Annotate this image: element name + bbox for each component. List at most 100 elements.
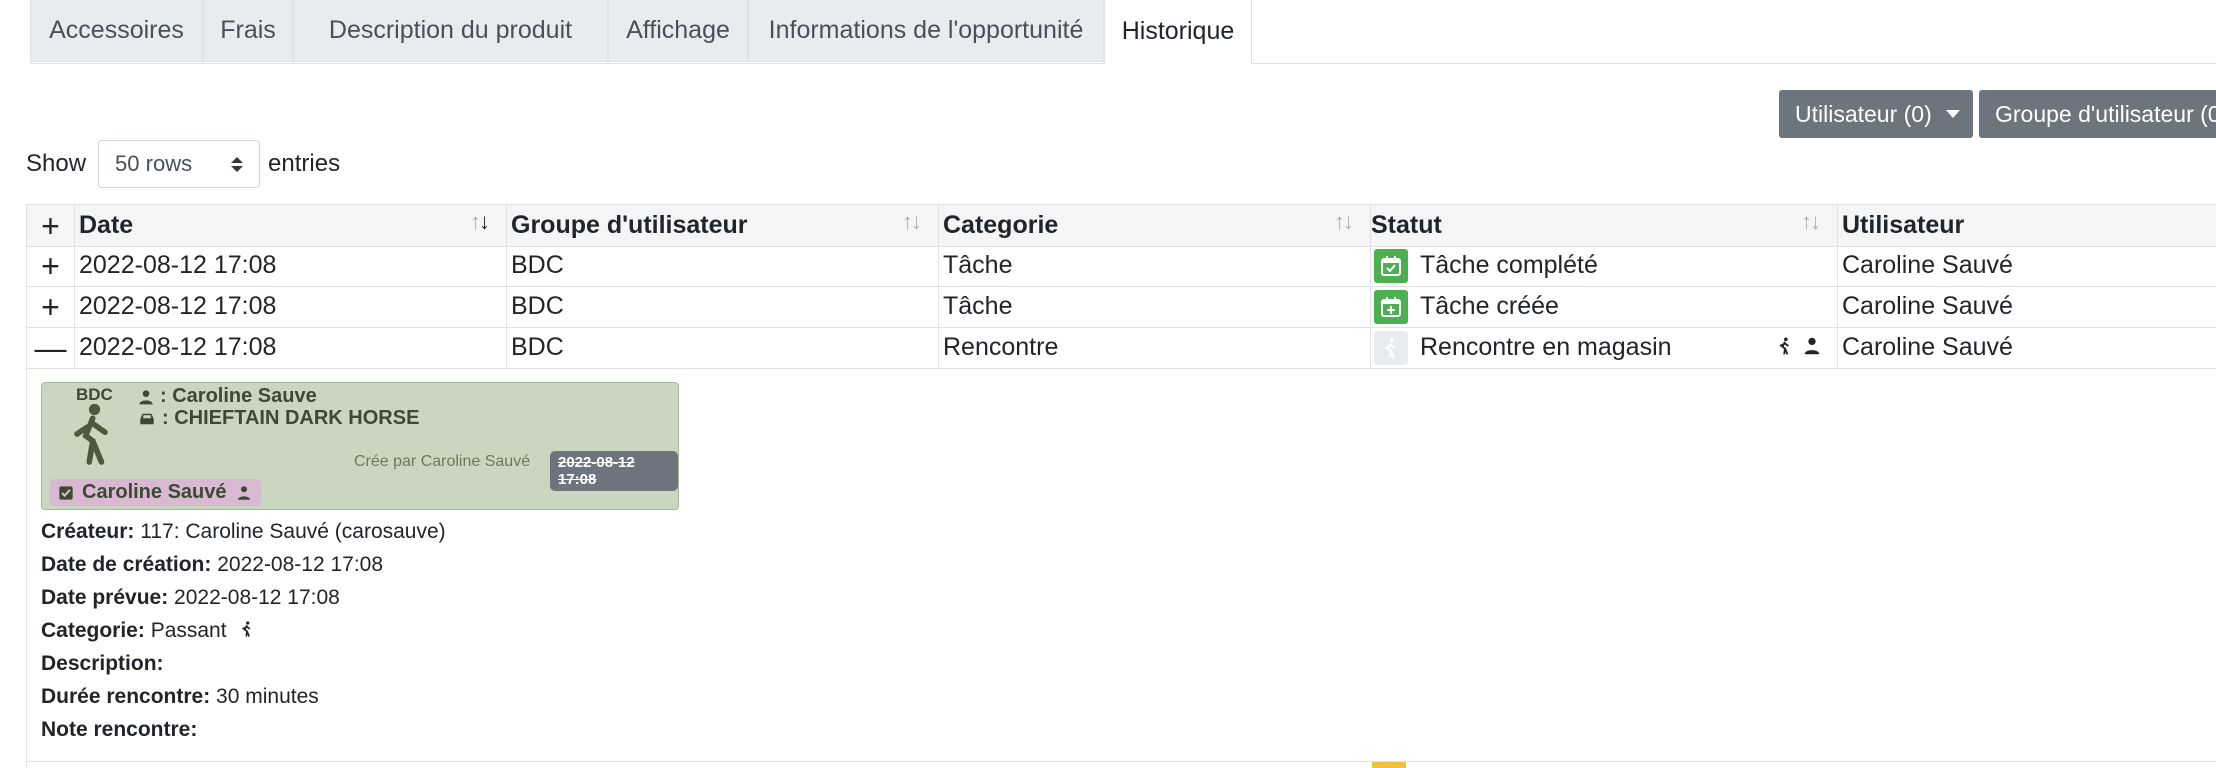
field-description: Description: [41,652,164,676]
column-label: Utilisateur [1842,211,1965,239]
client-name: : Caroline Sauve [160,385,317,407]
column-header-date[interactable]: Date ↑↓ [74,205,506,246]
sort-icon: ↑↓ [902,209,922,234]
cell-status: Tâche complété [1370,245,1837,286]
sort-desc-icon: ↑↓ [470,209,490,234]
car-icon [140,413,154,424]
expand-all-button[interactable]: + [26,205,74,246]
user-filter-label: Utilisateur (0) [1795,100,1932,127]
field-note-rencontre: Note rencontre: [41,718,197,742]
field-value: 30 minutes [210,685,319,708]
field-label: Description: [41,652,164,675]
cell-user: Caroline Sauvé [1837,286,2216,327]
walking-person-icon [1374,330,1408,365]
field-label: Date prévue: [41,586,169,609]
row-expand-button[interactable]: + [26,245,74,286]
tab-informations-opportunite[interactable]: Informations de l'opportunité [748,0,1104,62]
rows-per-page-value: 50 rows [115,151,193,176]
plus-icon: + [41,288,60,325]
table-header: + Date ↑↓ Groupe d'utilisateur ↑↓ Categori… [26,204,2216,247]
tab-historique[interactable]: Historique [1104,0,1252,64]
field-value: 2022-08-12 17:08 [168,586,340,609]
sort-icon: ↑↓ [1334,209,1354,234]
tab-frais[interactable]: Frais [203,0,293,62]
status-text: Tâche créée [1420,292,1559,320]
table-row[interactable]: — 2022-08-12 17:08 BDC Rencontre Rencont… [26,327,2216,369]
column-label: Date [79,211,134,239]
field-label: Date de création: [41,553,212,576]
meeting-card[interactable]: BDC : Caroline Sauve : CHIEFTAIN DARK HO… [41,382,679,510]
row-collapse-button[interactable]: — [26,327,74,368]
status-text: Tâche complété [1420,251,1598,279]
tab-description-produit[interactable]: Description du produit [293,0,608,62]
table-row[interactable]: + 2022-08-12 17:08 BDC Tâche Tâche compl… [26,245,2216,287]
tab-label: Accessoires [49,16,184,44]
select-arrows-icon [231,156,244,172]
cell-category: Tâche [938,286,1370,327]
column-header-category[interactable]: Categorie ↑↓ [938,205,1370,246]
cell-user: Caroline Sauvé [1837,245,2216,286]
tab-label: Description du produit [328,16,573,44]
walking-icon [1779,337,1789,355]
user-group-icon [237,485,250,500]
cell-category: Tâche [938,245,1370,286]
field-duree-rencontre: Durée rencontre: 30 minutes [41,685,319,709]
field-date-prevue: Date prévue: 2022-08-12 17:08 [41,586,340,610]
caret-down-icon [1945,110,1960,118]
field-value: 117: Caroline Sauvé (carosauve) [134,520,446,543]
status-text: Rencontre en magasin [1420,333,1672,361]
row-expand-button[interactable]: + [26,286,74,327]
tab-label: Informations de l'opportunité [768,16,1084,44]
show-label: Show [26,150,87,177]
date-badge: 2022-08-12 17:08 [550,451,678,491]
checkbox-icon [59,485,73,500]
field-label: Note rencontre: [41,718,198,741]
tab-label: Affichage [626,16,730,44]
group-filter-label: Groupe d'utilisateur (0) [1995,100,2216,127]
assigned-user-name: Caroline Sauvé [82,481,227,503]
walking-icon [242,621,251,637]
group-filter-button[interactable]: Groupe d'utilisateur (0) [1979,90,2216,138]
length-menu: Show 50 rows entries [26,140,340,188]
cell-group: BDC [506,327,938,368]
column-header-group[interactable]: Groupe d'utilisateur ↑↓ [506,205,938,246]
tab-label: Historique [1121,17,1235,45]
next-row-peek [26,762,2216,768]
column-header-status[interactable]: Statut ↑↓ [1370,205,1837,246]
column-label: Categorie [943,211,1059,239]
user-filter-button[interactable]: Utilisateur (0) [1779,90,1973,138]
row-detail-panel: BDC : Caroline Sauve : CHIEFTAIN DARK HO… [26,368,2216,762]
tab-label: Frais [220,16,276,44]
calendar-check-icon [1374,248,1408,283]
field-createur: Créateur: 117: Caroline Sauvé (carosauve… [41,520,446,544]
plus-icon: + [41,207,60,244]
field-value: Passant [144,619,227,642]
tab-bar: Accessoires Frais Description du produit… [30,0,2216,64]
field-categorie: Categorie: Passant [41,619,256,643]
walking-person-icon [74,403,108,465]
rows-per-page-select[interactable]: 50 rows [98,140,261,188]
cell-date: 2022-08-12 17:08 [74,286,506,327]
column-label: Statut [1371,211,1442,239]
tab-affichage[interactable]: Affichage [608,0,748,62]
minus-icon: — [34,329,67,366]
plus-icon: + [41,247,60,284]
person-icon [1804,337,1820,355]
cell-group: BDC [506,286,938,327]
table-row[interactable]: + 2022-08-12 17:08 BDC Tâche Tâche créée… [26,286,2216,328]
tab-accessoires[interactable]: Accessoires [30,0,203,62]
column-header-user[interactable]: Utilisateur [1837,205,2216,246]
cell-date: 2022-08-12 17:08 [74,327,506,368]
card-vehicle: : CHIEFTAIN DARK HORSE [138,407,419,430]
created-by-text: Crée par Caroline Sauvé [354,453,531,470]
vehicle-name: : CHIEFTAIN DARK HORSE [162,407,420,429]
column-label: Groupe d'utilisateur [511,211,748,239]
field-label: Créateur: [41,520,135,543]
entries-label: entries [268,150,341,177]
card-client: : Caroline Sauve [138,385,317,408]
field-label: Durée rencontre: [41,685,211,708]
cell-status: Tâche créée [1370,286,1837,327]
cell-status: Rencontre en magasin [1370,327,1837,368]
calendar-plus-icon [1374,289,1408,324]
walk-and-person-icons [1775,335,1823,363]
